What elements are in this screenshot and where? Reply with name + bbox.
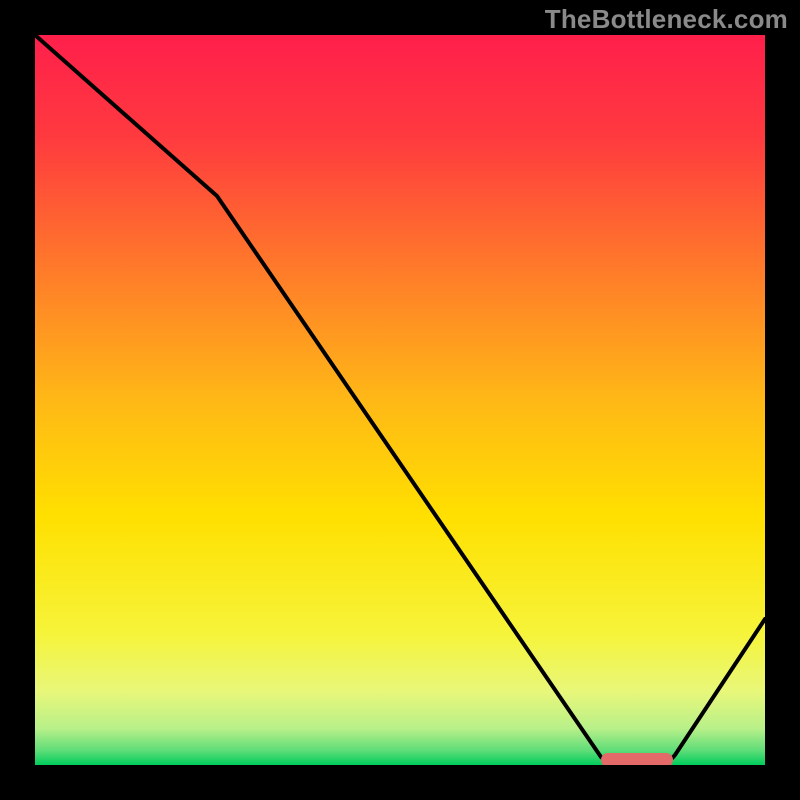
optimal-marker [601, 753, 673, 765]
plot-area [35, 35, 765, 765]
chart-frame: TheBottleneck.com [0, 0, 800, 800]
chart-svg [35, 35, 765, 765]
gradient-background [35, 35, 765, 765]
watermark-text: TheBottleneck.com [545, 4, 788, 35]
